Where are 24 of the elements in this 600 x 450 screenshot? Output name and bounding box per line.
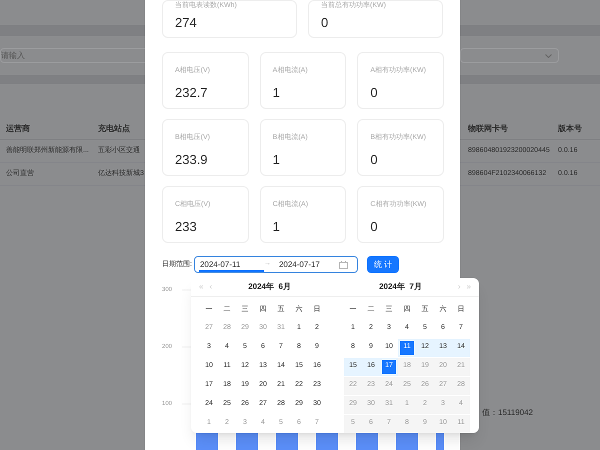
stat-value: 233.9 <box>175 150 209 168</box>
stat-value: 0 <box>321 14 330 32</box>
column-header: 物联网卡号 <box>468 122 509 134</box>
stat-value: 0 <box>370 218 379 236</box>
stat-value: 0 <box>370 84 379 102</box>
column-header: 版本号 <box>558 122 583 134</box>
column-header: 充电站点 <box>98 122 131 134</box>
select-field[interactable] <box>460 48 559 63</box>
stat-button[interactable]: 统 计 <box>366 256 399 273</box>
column-header: 运营商 <box>6 122 31 134</box>
stat-value: 0 <box>370 150 379 168</box>
end-date: 2024-07-17 <box>278 258 321 270</box>
stat-value: 1 <box>272 84 281 102</box>
summary-text: 值：15119042 <box>482 407 534 419</box>
stat-value: 232.7 <box>175 84 209 102</box>
calendar-icon <box>338 260 348 268</box>
stat-value: 1 <box>272 218 281 236</box>
stat-value: 1 <box>272 150 281 168</box>
start-date: 2024-07-11 <box>200 258 242 270</box>
month-title: 2024年 6月 <box>247 281 292 293</box>
stat-value: 274 <box>175 14 198 32</box>
chevron-icon <box>545 54 552 58</box>
stat-value: 233 <box>175 218 198 236</box>
month-title: 2024年 7月 <box>378 281 423 293</box>
